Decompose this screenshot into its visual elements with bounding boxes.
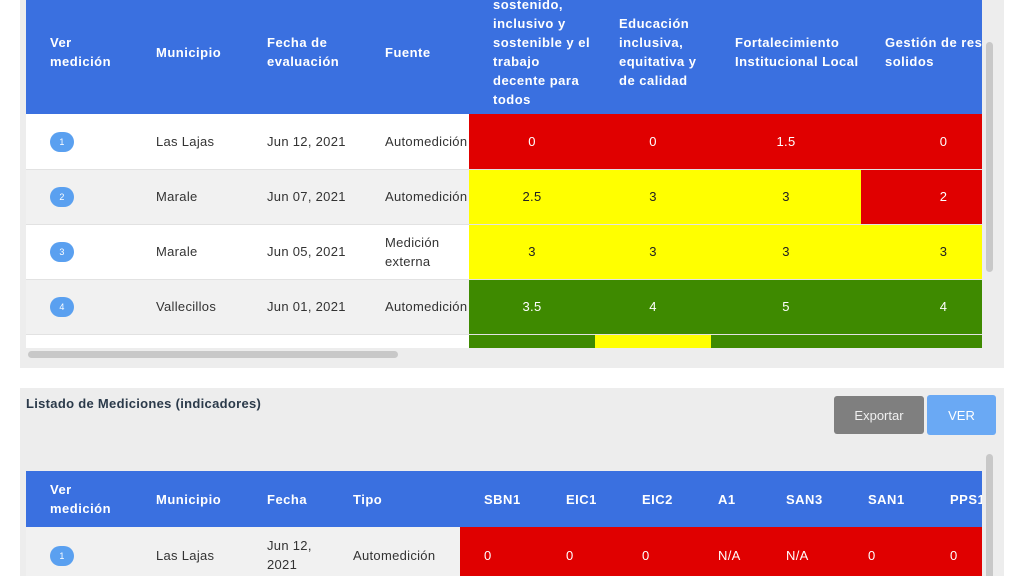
header-sbn1[interactable]: SBN1 [460,471,542,527]
header-eic1[interactable]: EIC1 [542,471,618,527]
score-cell [595,334,711,348]
header-san3[interactable]: SAN3 [762,471,844,527]
header-fuente[interactable]: Fuente [361,0,469,114]
score-cell [469,334,595,348]
view-measurement-badge[interactable]: 2 [50,187,74,207]
ver-button[interactable]: VER [927,395,996,435]
score-cell: 2 [861,169,982,225]
header-ver-medicion: Ver medición [26,471,132,527]
fuente-cell: Automedición [361,169,469,225]
score-cell: 3 [711,224,861,280]
indicator-cell: 0 [542,527,618,576]
view-measurement-badge[interactable]: 3 [50,242,74,262]
header-ver-medicion: Ver medición [26,0,132,114]
score-cell: 1.5 [711,114,861,170]
header-tipo[interactable]: Tipo [329,471,460,527]
table-header-row: Ver medición Municipio Fecha de evaluaci… [26,0,982,114]
evaluations-table-viewport[interactable]: Ver medición Municipio Fecha de evaluaci… [26,0,982,348]
evaluations-panel: Ver medición Municipio Fecha de evaluaci… [20,0,1004,368]
score-cell: 3 [469,224,595,280]
indicators-table-viewport[interactable]: Ver medición Municipio Fecha Tipo SBN1 E… [26,471,982,576]
indicator-cell: 0 [844,527,926,576]
score-cell: 3 [711,169,861,225]
score-cell [861,334,982,348]
header-residuos[interactable]: Gestión de residuos solidos [861,0,982,114]
view-measurement-badge[interactable]: 1 [50,545,74,566]
fecha-cell: Jun 01, 2021 [243,279,361,335]
table-row: 3 Marale Jun 05, 2021 Medición externa 3… [26,224,982,280]
header-pps[interactable]: PPS1 [926,471,982,527]
score-cell: 3 [861,224,982,280]
fecha-cell: Jun 12, 2021 [243,527,329,576]
export-button[interactable]: Exportar [834,396,924,434]
score-cell: 3.5 [469,279,595,335]
header-trabajo-decente[interactable]: sostenido, inclusivo y sostenible y el t… [469,0,595,114]
header-fortalecimiento[interactable]: Fortalecimiento Institucional Local [711,0,861,114]
score-cell: 0 [469,114,595,170]
vertical-scrollbar[interactable] [986,454,993,576]
table-row: 1 Las Lajas Jun 12, 2021 Automedición 0 … [26,527,982,576]
score-cell: 3 [595,224,711,280]
municipio-cell: Vallecillos [132,279,243,335]
fecha-cell: Jun 12, 2021 [243,114,361,170]
panel-title: Listado de Mediciones (indicadores) [26,396,262,411]
fuente-cell: Medición externa [361,224,469,280]
horizontal-scrollbar[interactable] [28,351,398,358]
municipio-cell: Las Lajas [132,527,243,576]
fecha-cell: Jun 05, 2021 [243,224,361,280]
table-row: May 27 [26,334,982,348]
table-header-row: Ver medición Municipio Fecha Tipo SBN1 E… [26,471,982,527]
view-measurement-badge[interactable]: 1 [50,131,74,152]
score-cell: 4 [595,279,711,335]
header-municipio[interactable]: Municipio [132,0,243,114]
fuente-cell: Automedición [361,114,469,170]
score-cell: 5 [711,279,861,335]
score-cell: 3 [595,169,711,225]
header-fecha[interactable]: Fecha [243,471,329,527]
evaluations-table: Ver medición Municipio Fecha de evaluaci… [26,0,982,348]
table-row: 2 Marale Jun 07, 2021 Automedición 2.5 3… [26,169,982,225]
indicator-cell: N/A [762,527,844,576]
table-row: 1 Las Lajas Jun 12, 2021 Automedición 0 … [26,114,982,170]
municipio-cell: Marale [132,224,243,280]
indicator-cell: N/A [694,527,762,576]
header-eic2[interactable]: EIC2 [618,471,694,527]
indicator-cell: 0 [460,527,542,576]
indicators-table: Ver medición Municipio Fecha Tipo SBN1 E… [26,471,982,576]
header-san1[interactable]: SAN1 [844,471,926,527]
fecha-cell: May 27 [243,334,361,348]
municipio-cell: Marale [132,169,243,225]
fecha-cell: Jun 07, 2021 [243,169,361,225]
score-cell: 4 [861,279,982,335]
tipo-cell: Automedición [329,527,460,576]
header-educacion[interactable]: Educación inclusiva, equitativa y de cal… [595,0,711,114]
vertical-scrollbar[interactable] [986,42,993,272]
score-cell: 0 [595,114,711,170]
header-fecha-evaluacion[interactable]: Fecha de evaluación [243,0,361,114]
table-row: 4 Vallecillos Jun 01, 2021 Automedición … [26,279,982,335]
score-cell: 0 [861,114,982,170]
score-cell: 2.5 [469,169,595,225]
municipio-cell: Las Lajas [132,114,243,170]
fuente-cell: Automedición [361,279,469,335]
view-measurement-badge[interactable]: 4 [50,297,74,317]
header-municipio[interactable]: Municipio [132,471,243,527]
indicator-cell: 0 [926,527,982,576]
indicators-panel: Listado de Mediciones (indicadores) Expo… [20,388,1004,576]
header-a1[interactable]: A1 [694,471,762,527]
score-cell [711,334,861,348]
indicator-cell: 0 [618,527,694,576]
